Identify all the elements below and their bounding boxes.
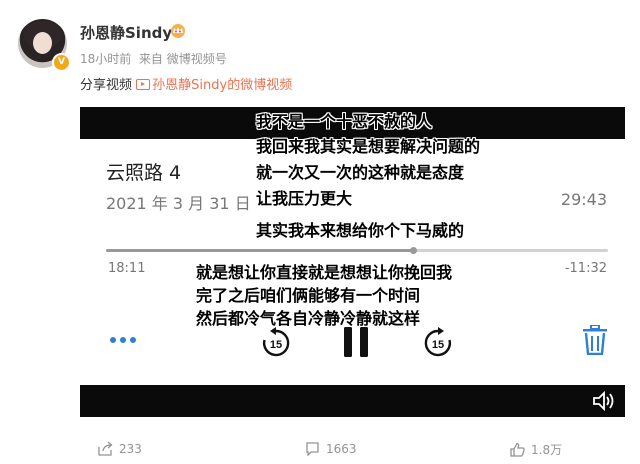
share-label: 分享视频 [80, 78, 133, 93]
post-source[interactable]: 来自 微博视频号 [139, 52, 227, 66]
video-player[interactable]: 云照路 4 2021 年 3 月 31 日 29:43 18:11 -11:32… [80, 107, 625, 417]
comment-icon [306, 442, 319, 457]
recording-title: 云照路 4 [106, 162, 182, 184]
subtitle-line: 完了之后咱们俩能够有一个时间 [196, 286, 421, 305]
avatar-face [33, 32, 52, 54]
skip-back-15-icon[interactable]: 15 [260, 327, 292, 359]
skip-back-label: 15 [270, 339, 282, 351]
video-letterbox-bottom [80, 385, 625, 417]
username[interactable]: 孙恩静Sindy [80, 22, 172, 43]
share-count: 233 [119, 442, 142, 456]
skip-forward-label: 15 [432, 339, 444, 351]
subtitle-line: 我不是一个十恶不赦的人 [256, 112, 433, 131]
subtitle-line: 然后都冷气各自冷静冷静就这样 [196, 309, 421, 328]
progress-track[interactable] [106, 247, 608, 254]
comment-action[interactable]: 1663 [305, 441, 357, 457]
post-meta: 18小时前 来自 微博视频号 [80, 50, 227, 67]
post-time: 18小时前 [80, 52, 132, 66]
video-link[interactable]: 孙恩静Sindy的微博视频 [136, 78, 292, 93]
like-count: 1.8万 [531, 443, 563, 457]
subtitle-line: 让我压力更大 [256, 189, 353, 208]
time-elapsed: 18:11 [108, 261, 146, 276]
subtitle-line: 我回来我其实是想要解决问题的 [256, 137, 481, 156]
subtitle-line: 其实我本来想给你个下马威的 [256, 221, 465, 240]
skip-forward-15-icon[interactable]: 15 [422, 327, 454, 359]
recording-date: 2021 年 3 月 31 日 [106, 194, 251, 213]
share-icon [98, 441, 113, 456]
member-crown-icon [171, 24, 185, 38]
time-remaining: -11:32 [564, 261, 607, 276]
comment-count: 1663 [326, 442, 357, 456]
verified-badge-icon: V [52, 53, 71, 72]
progress-knob[interactable] [410, 247, 418, 254]
speaker-icon[interactable] [593, 391, 615, 411]
like-action[interactable]: 1.8万 [510, 441, 562, 458]
pause-icon[interactable] [342, 327, 370, 357]
video-link-text[interactable]: 孙恩静Sindy的微博视频 [152, 78, 292, 93]
share-line: 分享视频 孙恩静Sindy的微博视频 [80, 74, 292, 93]
like-icon [510, 442, 525, 457]
more-options-icon[interactable] [108, 335, 138, 345]
trash-icon[interactable] [583, 325, 607, 355]
share-action[interactable]: 233 [98, 441, 142, 456]
video-icon [136, 79, 151, 90]
subtitle-line: 就一次又一次的这种就是态度 [256, 163, 465, 182]
progress-fill [106, 249, 414, 252]
subtitle-line: 就是想让你直接就是想想让你挽回我 [196, 263, 453, 282]
recording-duration: 29:43 [560, 190, 607, 209]
